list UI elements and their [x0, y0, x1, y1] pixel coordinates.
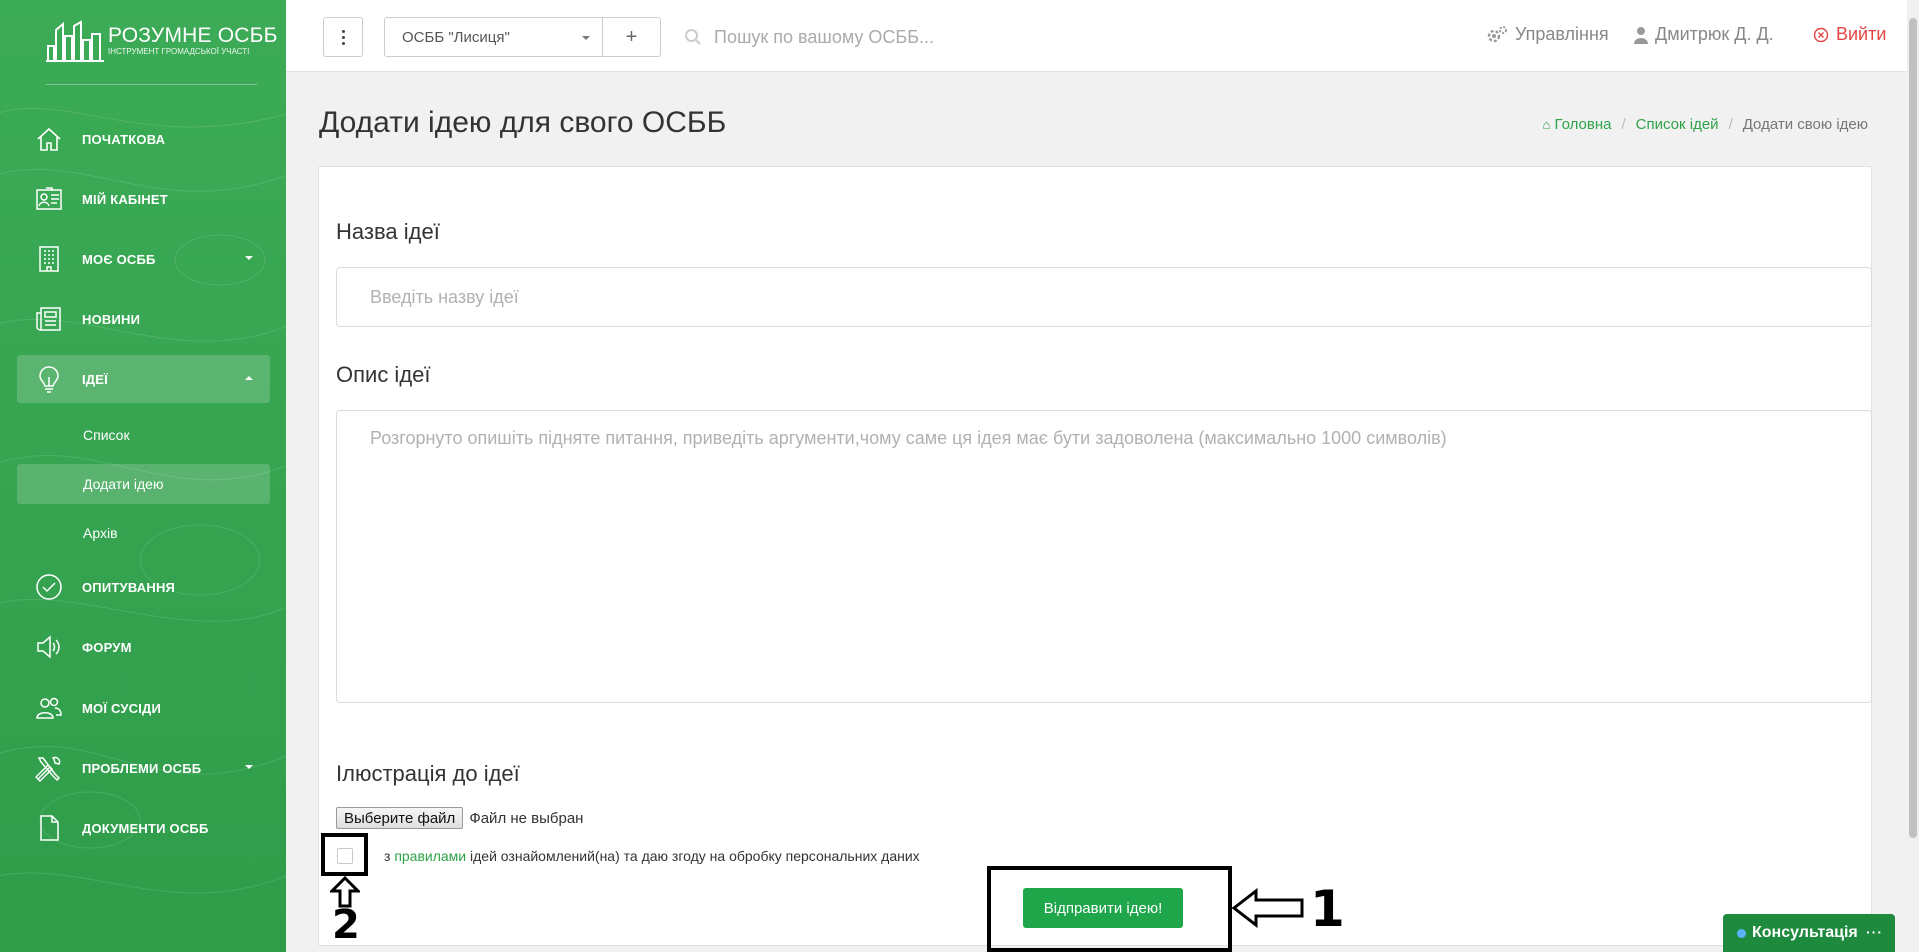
home-icon: ⌂	[1542, 117, 1551, 132]
document-icon	[33, 812, 65, 844]
sidebar-item-label: ФОРУМ	[82, 639, 132, 655]
management-label: Управління	[1515, 24, 1609, 44]
illustration-label: Ілюстрація до ідеї	[336, 761, 520, 786]
chevron-down-icon	[245, 765, 253, 769]
home-icon	[33, 123, 65, 155]
sidebar-item-label: МОЄ ОСББ	[82, 251, 156, 267]
chevron-down-icon	[245, 256, 253, 260]
sidebar-item-forum[interactable]: ФОРУМ	[17, 623, 270, 671]
agreement-text: з правилами ідей ознайомлений(на) та даю…	[384, 848, 920, 864]
sidebar-item-home[interactable]: ПОЧАТКОВА	[17, 115, 270, 163]
page-scrollbar[interactable]	[1907, 0, 1919, 952]
breadcrumb-ideas-list[interactable]: Список ідей	[1636, 116, 1719, 133]
user-icon	[1634, 26, 1648, 44]
agreement-row: з правилами ідей ознайомлений(на) та даю…	[336, 848, 920, 864]
management-link[interactable]: Управління	[1486, 24, 1609, 45]
brand-logo[interactable]: РОЗУМНЕ ОСББ ІНСТРУМЕНТ ГРОМАДСЬКОЇ УЧАС…	[46, 20, 278, 62]
sidebar-item-neighbors[interactable]: МОЇ СУСІДИ	[17, 684, 270, 732]
more-options-button[interactable]	[323, 17, 363, 57]
annotation-box-checkbox	[321, 833, 368, 876]
close-circle-icon	[1813, 27, 1829, 42]
sidebar-item-label: ПРОБЛЕМИ ОСББ	[82, 760, 202, 776]
annotation-number-2: 2	[332, 902, 360, 948]
chevron-up-icon	[245, 376, 253, 380]
agreement-prefix: з	[384, 848, 391, 864]
tools-icon	[33, 752, 65, 784]
consultation-label: Консультація	[1752, 924, 1858, 941]
breadcrumb-separator: /	[1728, 116, 1733, 133]
megaphone-icon	[33, 631, 65, 663]
more-icon: ···	[1866, 924, 1883, 940]
sidebar-item-label: МОЇ СУСІДИ	[82, 700, 162, 716]
sidebar-item-my-osbb[interactable]: МОЄ ОСББ	[17, 235, 270, 283]
search-box	[684, 17, 1104, 57]
brand-name: РОЗУМНЕ ОСББ	[108, 24, 278, 47]
breadcrumb-separator: /	[1621, 116, 1626, 133]
sidebar-item-label: МІЙ КАБІНЕТ	[82, 191, 168, 207]
sidebar-item-news[interactable]: НОВИНИ	[17, 295, 270, 343]
profile-card-icon	[33, 183, 65, 215]
page-title: Додати ідею для свого ОСББ	[319, 106, 727, 139]
logout-label: Вийти	[1836, 24, 1887, 44]
breadcrumb-current: Додати свою ідею	[1742, 116, 1868, 133]
breadcrumb-home[interactable]: ⌂ Головна	[1542, 116, 1611, 133]
file-status: Файл не выбран	[469, 809, 584, 827]
add-osbb-button[interactable]: +	[603, 17, 661, 57]
checkmark-circle-icon	[33, 571, 65, 603]
logo-divider	[46, 84, 257, 85]
sidebar-item-polls[interactable]: ОПИТУВАННЯ	[17, 563, 270, 611]
sidebar-subitem-add-idea[interactable]: Додати ідею	[17, 464, 270, 504]
rules-link[interactable]: правилами	[394, 848, 466, 864]
sidebar-item-ideas[interactable]: ІДЕЇ	[17, 355, 270, 403]
logo-buildings-icon	[46, 20, 104, 62]
idea-form-card: Назва ідеї Опис ідеї Ілюстрація до ідеї …	[318, 166, 1872, 946]
scrollbar-thumb[interactable]	[1909, 18, 1917, 838]
annotation-number-1: 1	[1310, 880, 1345, 938]
idea-description-textarea[interactable]	[336, 410, 1872, 703]
idea-name-label: Назва ідеї	[336, 219, 440, 244]
online-status-icon	[1737, 928, 1746, 938]
breadcrumb-home-label: Головна	[1554, 116, 1612, 133]
agreement-suffix: ідей ознайомлений(на) та даю згоду на об…	[470, 848, 920, 864]
logout-link[interactable]: Вийти	[1813, 24, 1886, 45]
search-input[interactable]	[714, 26, 1094, 48]
sidebar-item-cabinet[interactable]: МІЙ КАБІНЕТ	[17, 175, 270, 223]
sidebar-item-documents[interactable]: ДОКУМЕНТИ ОСББ	[17, 804, 270, 852]
file-upload: Выберите файл Файл не выбран	[336, 807, 583, 829]
top-bar: ОСББ "Лисиця" + Управління Дмитрюк Д. Д.…	[286, 0, 1919, 72]
newspaper-icon	[33, 303, 65, 335]
sidebar-item-label: ПОЧАТКОВА	[82, 131, 166, 147]
sidebar-subitem-archive[interactable]: Архів	[17, 513, 270, 553]
chevron-down-icon	[582, 36, 590, 40]
choose-file-button[interactable]: Выберите файл	[336, 807, 464, 829]
consultation-chat-button[interactable]: Консультація ···	[1723, 914, 1895, 952]
osbb-select[interactable]: ОСББ "Лисиця"	[384, 17, 603, 57]
people-icon	[33, 692, 65, 724]
brand-tagline: ІНСТРУМЕНТ ГРОМАДСЬКОЇ УЧАСТІ	[108, 47, 250, 56]
building-icon	[33, 243, 65, 275]
annotation-arrow-left-icon	[1232, 888, 1304, 928]
sidebar-subitem-list[interactable]: Список	[17, 415, 270, 455]
user-name: Дмитрюк Д. Д.	[1655, 24, 1774, 44]
sidebar-item-label: ОПИТУВАННЯ	[82, 579, 176, 595]
sidebar-item-label: ІДЕЇ	[82, 371, 108, 387]
main-content: Додати ідею для свого ОСББ ⌂ Головна / С…	[286, 72, 1919, 952]
breadcrumb: ⌂ Головна / Список ідей / Додати свою ід…	[1542, 116, 1868, 133]
plus-icon: +	[625, 25, 638, 48]
annotation-box-submit	[987, 866, 1232, 952]
sidebar-item-problems[interactable]: ПРОБЛЕМИ ОСББ	[17, 744, 270, 792]
idea-name-input[interactable]	[336, 267, 1872, 327]
osbb-select-value: ОСББ "Лисиця"	[402, 28, 510, 46]
idea-description-label: Опис ідеї	[336, 362, 431, 387]
lightbulb-icon	[33, 363, 65, 395]
user-menu[interactable]: Дмитрюк Д. Д.	[1634, 24, 1774, 45]
sidebar-item-label: НОВИНИ	[82, 311, 141, 327]
sidebar-item-label: ДОКУМЕНТИ ОСББ	[82, 820, 209, 836]
search-icon	[685, 29, 701, 45]
gears-icon	[1487, 25, 1507, 42]
sidebar: РОЗУМНЕ ОСББ ІНСТРУМЕНТ ГРОМАДСЬКОЇ УЧАС…	[0, 0, 286, 952]
